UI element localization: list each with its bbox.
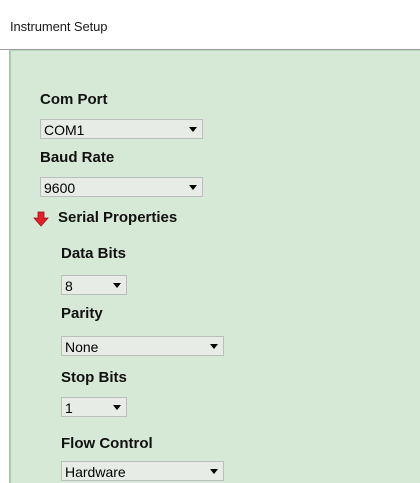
flow-control-dropdown[interactable]: Hardware <box>61 461 224 481</box>
red-down-arrow-icon <box>33 211 49 227</box>
data-bits-label: Data Bits <box>61 245 127 262</box>
flow-control-value: Hardware <box>65 464 126 480</box>
baud-rate-label: Baud Rate <box>40 149 115 166</box>
flow-control-label: Flow Control <box>61 435 153 452</box>
parity-value: None <box>65 339 99 355</box>
chevron-down-icon[interactable] <box>110 277 124 293</box>
data-bits-dropdown[interactable]: 8 <box>61 275 127 295</box>
chevron-down-icon[interactable] <box>186 179 200 195</box>
com-port-label: Com Port <box>40 91 108 108</box>
stop-bits-dropdown[interactable]: 1 <box>61 397 127 417</box>
baud-rate-dropdown[interactable]: 9600 <box>40 177 203 197</box>
instrument-setup-window: Instrument Setup Com Port COM1 Baud Rate… <box>0 0 420 483</box>
chevron-down-icon[interactable] <box>207 338 221 354</box>
window-titlebar: Instrument Setup <box>0 0 420 50</box>
settings-panel: Com Port COM1 Baud Rate 9600 Serial Prop… <box>9 50 420 483</box>
chevron-down-icon[interactable] <box>207 463 221 479</box>
window-title: Instrument Setup <box>10 19 108 34</box>
stop-bits-label: Stop Bits <box>61 369 127 386</box>
chevron-down-icon[interactable] <box>110 399 124 415</box>
chevron-down-icon[interactable] <box>186 121 200 137</box>
parity-dropdown[interactable]: None <box>61 336 224 356</box>
data-bits-value: 8 <box>65 278 73 294</box>
com-port-dropdown[interactable]: COM1 <box>40 119 203 139</box>
com-port-value: COM1 <box>44 122 85 138</box>
baud-rate-value: 9600 <box>44 180 76 196</box>
serial-properties-label: Serial Properties <box>58 209 178 226</box>
parity-label: Parity <box>61 305 103 322</box>
stop-bits-value: 1 <box>65 400 73 416</box>
